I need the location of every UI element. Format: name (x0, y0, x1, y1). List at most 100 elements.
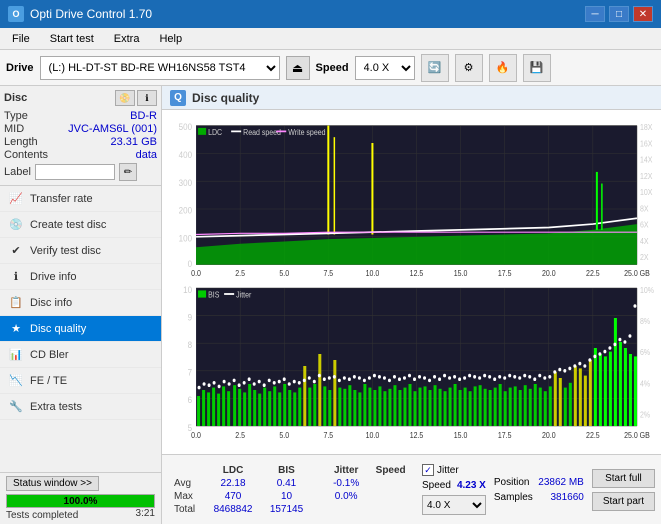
sidebar: Disc 📀 ℹ Type BD-R MID JVC-AMS6L (001) L… (0, 86, 162, 524)
type-value: BD-R (130, 110, 157, 122)
mid-label: MID (4, 123, 24, 135)
disc-label-row: Label ✏ (4, 163, 157, 181)
ldc-chart: 500 400 300 200 100 0 18X 16X 14X 12X 10… (166, 114, 657, 282)
label-label: Label (4, 166, 31, 178)
avg-label: Avg (168, 477, 205, 490)
status-window-button[interactable]: Status window >> (6, 476, 99, 491)
nav-transfer-rate[interactable]: 📈 Transfer rate (0, 186, 161, 212)
nav-fe-te[interactable]: 📉 FE / TE (0, 368, 161, 394)
svg-text:14X: 14X (640, 155, 652, 165)
bis-chart-wrapper: 10 9 8 7 6 5 10% 8% 6% 4% 2% 0.0 2.5 5.0 (166, 282, 657, 450)
disc-icon-area: 📀 ℹ (115, 90, 157, 106)
total-speed (367, 503, 414, 516)
nav-cd-bler[interactable]: 📊 CD Bler (0, 342, 161, 368)
burn-button[interactable]: 🔥 (489, 54, 517, 82)
avg-jitter: -0.1% (325, 477, 367, 490)
speed-select[interactable]: 4.0 X (355, 56, 415, 80)
stats-table: LDC BIS Jitter Speed Avg 22.18 0.41 -0.1… (168, 464, 414, 516)
contents-label: Contents (4, 149, 48, 161)
svg-text:9: 9 (188, 312, 193, 323)
total-bis: 157145 (261, 503, 311, 516)
save-button[interactable]: 💾 (523, 54, 551, 82)
nav-transfer-rate-label: Transfer rate (30, 193, 93, 205)
svg-text:Write speed: Write speed (288, 127, 325, 137)
nav-cd-bler-label: CD Bler (30, 349, 69, 361)
position-label: Position (494, 477, 530, 488)
svg-text:8%: 8% (640, 316, 650, 326)
svg-text:18X: 18X (640, 123, 652, 133)
bis-chart: 10 9 8 7 6 5 10% 8% 6% 4% 2% 0.0 2.5 5.0 (166, 282, 657, 450)
label-edit-button[interactable]: ✏ (119, 163, 137, 181)
nav-disc-info[interactable]: 📋 Disc info (0, 290, 161, 316)
nav-verify-test-disc-label: Verify test disc (30, 245, 101, 257)
drive-info-icon: ℹ (8, 269, 24, 285)
mid-value: JVC-AMS6L (001) (68, 123, 157, 135)
nav-extra-tests-label: Extra tests (30, 401, 82, 413)
total-label: Total (168, 503, 205, 516)
svg-text:22.5: 22.5 (586, 269, 600, 279)
disc-title: Disc (4, 92, 27, 104)
svg-text:2.5: 2.5 (235, 269, 245, 279)
menu-start-test[interactable]: Start test (42, 31, 102, 47)
disc-section: Disc 📀 ℹ Type BD-R MID JVC-AMS6L (001) L… (0, 86, 161, 186)
start-part-button[interactable]: Start part (592, 492, 655, 511)
menu-help[interactable]: Help (151, 31, 190, 47)
nav-extra-tests[interactable]: 🔧 Extra tests (0, 394, 161, 420)
svg-text:2X: 2X (640, 252, 649, 262)
titlebar-controls: ─ □ ✕ (585, 6, 653, 22)
max-spacer (312, 490, 325, 503)
svg-text:4X: 4X (640, 236, 649, 246)
maximize-button[interactable]: □ (609, 6, 629, 22)
svg-text:15.0: 15.0 (454, 430, 468, 440)
nav-disc-quality-label: Disc quality (30, 323, 86, 335)
nav-create-test-disc[interactable]: 💿 Create test disc (0, 212, 161, 238)
speed-row: Speed 4.23 X (422, 480, 486, 491)
progress-text: 100.0% (7, 495, 154, 507)
jitter-label: Jitter (437, 465, 459, 476)
nav-drive-info-label: Drive info (30, 271, 76, 283)
svg-text:6X: 6X (640, 220, 649, 230)
verify-test-disc-icon: ✔ (8, 243, 24, 259)
app-title: Opti Drive Control 1.70 (30, 7, 152, 21)
disc-quality-icon: ★ (8, 321, 24, 337)
svg-text:12X: 12X (640, 171, 652, 181)
settings-button[interactable]: ⚙ (455, 54, 483, 82)
samples-row: Samples 381660 (494, 492, 584, 503)
stats-jitter-header: Jitter (325, 464, 367, 477)
svg-text:25.0 GB: 25.0 GB (624, 430, 650, 440)
disc-load-icon[interactable]: 📀 (115, 90, 135, 106)
svg-text:10: 10 (183, 284, 192, 295)
svg-text:6%: 6% (640, 348, 650, 358)
svg-text:7: 7 (188, 367, 193, 378)
svg-text:17.5: 17.5 (498, 269, 512, 279)
speed-label-text: Speed (422, 480, 451, 491)
svg-text:200: 200 (179, 205, 193, 216)
label-input[interactable] (35, 164, 115, 180)
nav-drive-info[interactable]: ℹ Drive info (0, 264, 161, 290)
refresh-button[interactable]: 🔄 (421, 54, 449, 82)
jitter-checkbox[interactable]: ✓ (422, 464, 434, 476)
speed-select2[interactable]: 4.0 X (422, 495, 486, 515)
svg-text:4%: 4% (640, 379, 650, 389)
start-full-button[interactable]: Start full (592, 469, 655, 488)
menu-extra[interactable]: Extra (106, 31, 148, 47)
svg-text:500: 500 (179, 122, 193, 133)
close-button[interactable]: ✕ (633, 6, 653, 22)
avg-spacer (312, 477, 325, 490)
stats-bar: LDC BIS Jitter Speed Avg 22.18 0.41 -0.1… (162, 454, 661, 524)
menubar: File Start test Extra Help (0, 28, 661, 50)
disc-info-icon[interactable]: ℹ (137, 90, 157, 106)
nav-verify-test-disc[interactable]: ✔ Verify test disc (0, 238, 161, 264)
eject-button[interactable]: ⏏ (286, 56, 310, 80)
svg-text:LDC: LDC (208, 127, 223, 137)
stats-bis-header: BIS (261, 464, 311, 477)
speed-value: 4.23 X (457, 480, 486, 491)
drive-select[interactable]: (L:) HL-DT-ST BD-RE WH16NS58 TST4 (40, 56, 280, 80)
nav-disc-quality[interactable]: ★ Disc quality (0, 316, 161, 342)
svg-text:12.5: 12.5 (410, 269, 424, 279)
minimize-button[interactable]: ─ (585, 6, 605, 22)
max-jitter: 0.0% (325, 490, 367, 503)
menu-file[interactable]: File (4, 31, 38, 47)
status-bar: Status window >> 100.0% Tests completed … (0, 472, 161, 524)
svg-text:0.0: 0.0 (191, 269, 201, 279)
